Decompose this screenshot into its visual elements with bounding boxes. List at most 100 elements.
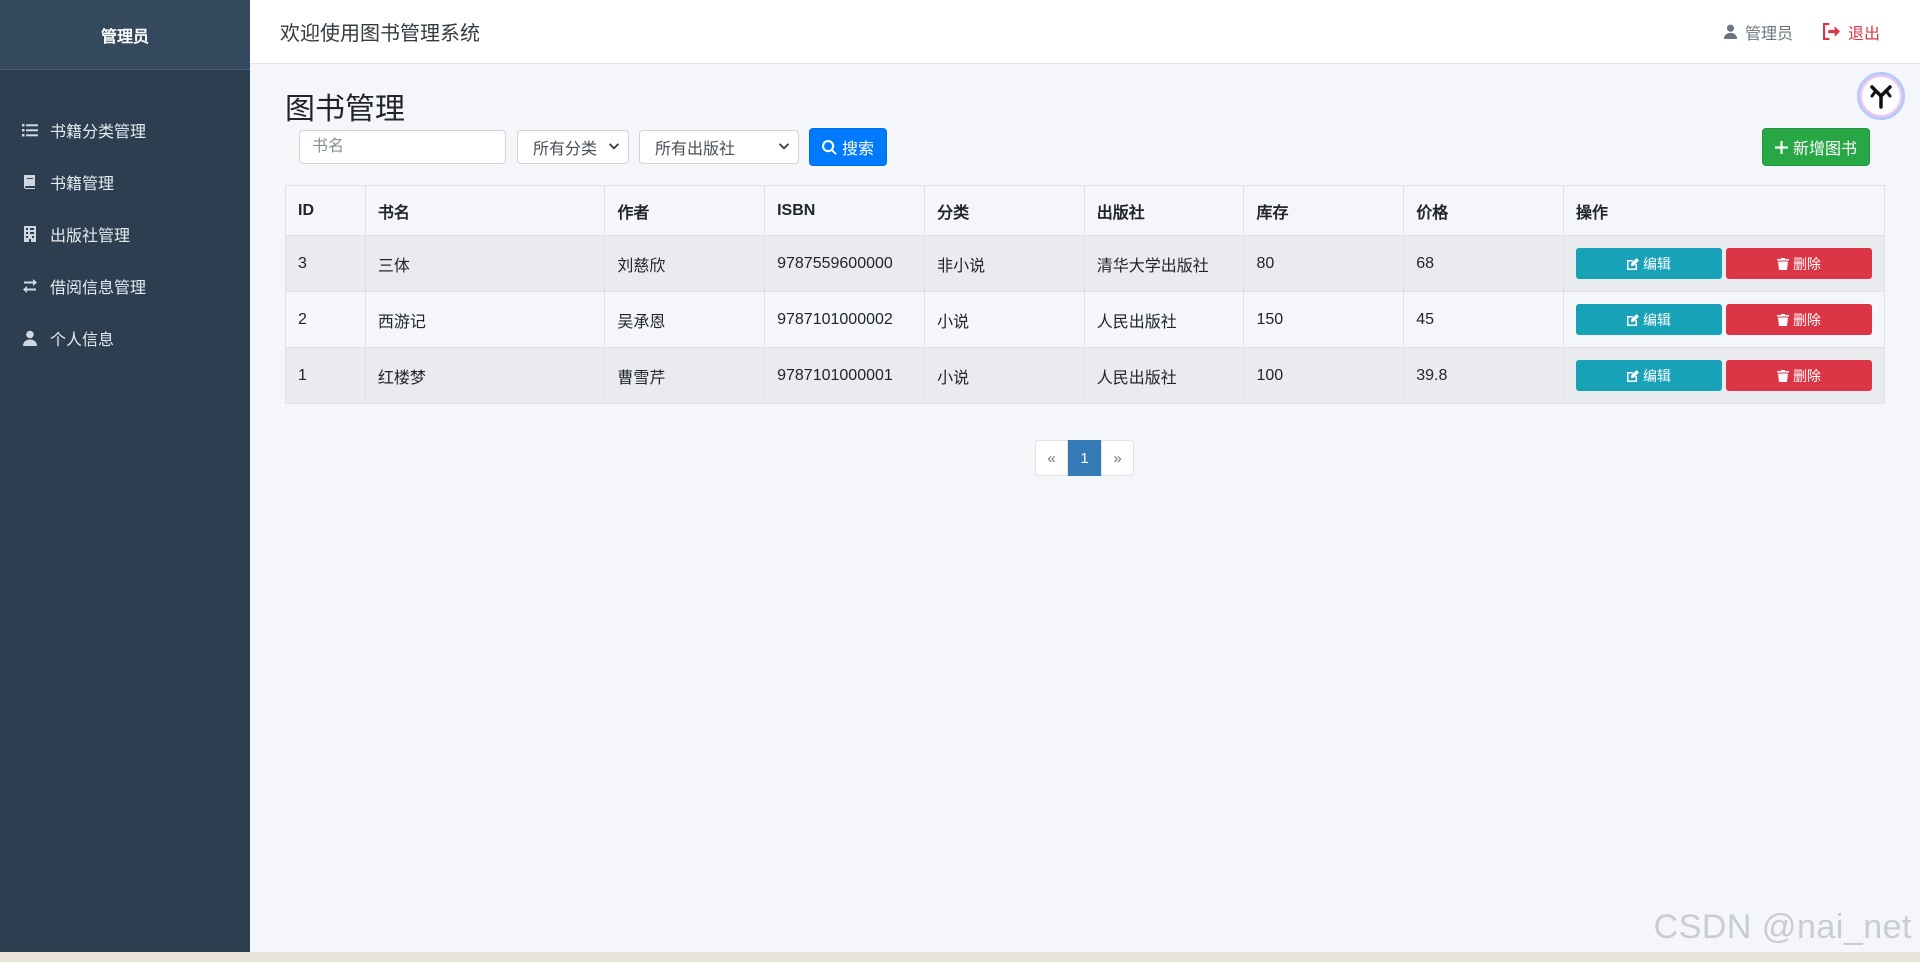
sidebar-nav: 书籍分类管理 书籍管理 出版社管理 借阅信息管理 个人信息 [0,104,250,364]
delete-button-label: 删除 [1792,367,1821,384]
toolbar: 所有分类 所有出版社 搜索 新增图书 [285,128,1885,166]
topbar: 欢迎使用图书管理系统 管理员 退出 [250,0,1920,64]
column-header-isbn: ISBN [764,185,926,236]
cell-isbn: 9787101000001 [764,347,926,404]
category-select[interactable]: 所有分类 [517,130,629,164]
column-header-price: 价格 [1403,185,1564,236]
book-icon [22,174,38,190]
building-icon [22,226,38,242]
cell-stock: 100 [1243,347,1405,404]
user-menu[interactable]: 管理员 [1723,20,1793,44]
watermark: CSDN @nai_net [1653,908,1912,946]
cell-actions: 编辑 删除 [1562,291,1886,348]
sidebar-title: 管理员 [0,0,250,70]
cell-name: 西游记 [364,291,606,348]
sidebar-item-borrow[interactable]: 借阅信息管理 [0,260,250,312]
cell-id: 3 [285,235,366,292]
publisher-select-value: 所有出版社 [655,141,736,158]
cell-stock: 80 [1243,235,1405,292]
delete-button[interactable]: 删除 [1725,304,1872,335]
sidebar-item-books[interactable]: 书籍管理 [0,156,250,208]
app-title: 欢迎使用图书管理系统 [280,23,480,45]
table-row: 1 红楼梦 曹雪芹 9787101000001 小说 人民出版社 100 39.… [285,347,1886,404]
delete-button[interactable]: 删除 [1725,248,1872,279]
exchange-icon [22,278,38,294]
cell-publisher: 清华大学出版社 [1083,235,1245,292]
cell-price: 68 [1403,235,1564,292]
edit-icon [1626,257,1639,270]
sidebar-item-label: 书籍管理 [50,176,115,193]
cell-name: 三体 [364,235,606,292]
delete-button-label: 删除 [1792,311,1821,328]
page-title: 图书管理 [285,93,405,126]
pagination-next[interactable]: » [1101,440,1134,476]
publisher-select[interactable]: 所有出版社 [639,130,799,164]
assistant-logo-icon[interactable] [1857,72,1905,120]
trash-icon [1776,257,1789,270]
edit-button-label: 编辑 [1642,255,1671,272]
os-taskbar [0,952,1920,962]
cell-author: 曹雪芹 [604,347,766,404]
sign-out-icon [1822,23,1840,40]
column-header-publisher: 出版社 [1083,185,1245,236]
logout-label: 退出 [1847,25,1880,43]
cell-stock: 150 [1243,291,1405,348]
search-button[interactable]: 搜索 [809,128,887,166]
cell-id: 2 [285,291,366,348]
table-row: 2 西游记 吴承恩 9787101000002 小说 人民出版社 150 45 [285,291,1886,348]
app-root: 管理员 书籍分类管理 书籍管理 出版社管理 借阅信息管理 个人信息 欢迎使用图书… [0,0,1920,962]
column-header-actions: 操作 [1562,185,1886,236]
cell-category: 小说 [924,291,1085,348]
list-icon [22,122,38,138]
cell-price: 45 [1403,291,1564,348]
sidebar-item-publishers[interactable]: 出版社管理 [0,208,250,260]
cell-category: 非小说 [924,235,1085,292]
cell-author: 刘慈欣 [604,235,766,292]
delete-button-label: 删除 [1792,255,1821,272]
book-name-search-input[interactable] [299,130,506,164]
edit-button[interactable]: 编辑 [1575,248,1722,279]
sidebar-item-label: 个人信息 [50,332,115,349]
edit-icon [1626,313,1639,326]
chevron-down-icon [779,143,789,150]
trash-icon [1776,313,1789,326]
column-header-author: 作者 [604,185,766,236]
edit-button-label: 编辑 [1642,311,1671,328]
cell-actions: 编辑 删除 [1562,347,1886,404]
sidebar-item-label: 书籍分类管理 [50,124,147,141]
delete-button[interactable]: 删除 [1725,360,1872,391]
category-select-value: 所有分类 [533,141,598,158]
cell-id: 1 [285,347,366,404]
edit-button-label: 编辑 [1642,367,1671,384]
edit-button[interactable]: 编辑 [1575,304,1722,335]
cell-price: 39.8 [1403,347,1564,404]
table-row: 3 三体 刘慈欣 9787559600000 非小说 清华大学出版社 80 68 [285,235,1886,292]
cell-isbn: 9787101000002 [764,291,926,348]
cell-isbn: 9787559600000 [764,235,926,292]
add-book-button-label: 新增图书 [1792,141,1857,158]
edit-icon [1626,369,1639,382]
edit-button[interactable]: 编辑 [1575,360,1722,391]
books-table-container: ID 书名 作者 ISBN 分类 出版社 库存 价格 操作 3 三体 刘慈欣 9… [285,185,1886,404]
cell-publisher: 人民出版社 [1083,291,1245,348]
user-icon [22,330,38,346]
user-icon [1723,24,1738,39]
search-button-label: 搜索 [841,141,874,158]
table-header-row: ID 书名 作者 ISBN 分类 出版社 库存 价格 操作 [285,185,1886,236]
logout-link[interactable]: 退出 [1822,20,1880,44]
column-header-stock: 库存 [1243,185,1405,236]
search-icon [822,139,837,155]
pagination-page-current[interactable]: 1 [1068,440,1101,476]
pagination-prev[interactable]: « [1035,440,1068,476]
cell-name: 红楼梦 [364,347,606,404]
books-table: ID 书名 作者 ISBN 分类 出版社 库存 价格 操作 3 三体 刘慈欣 9… [285,185,1886,404]
cell-publisher: 人民出版社 [1083,347,1245,404]
column-header-name: 书名 [364,185,606,236]
sidebar-item-profile[interactable]: 个人信息 [0,312,250,364]
sidebar-item-category[interactable]: 书籍分类管理 [0,104,250,156]
user-name: 管理员 [1744,25,1793,43]
column-header-category: 分类 [924,185,1085,236]
plus-icon [1774,140,1788,154]
add-book-button[interactable]: 新增图书 [1762,128,1870,166]
sidebar: 管理员 书籍分类管理 书籍管理 出版社管理 借阅信息管理 个人信息 [0,0,250,952]
